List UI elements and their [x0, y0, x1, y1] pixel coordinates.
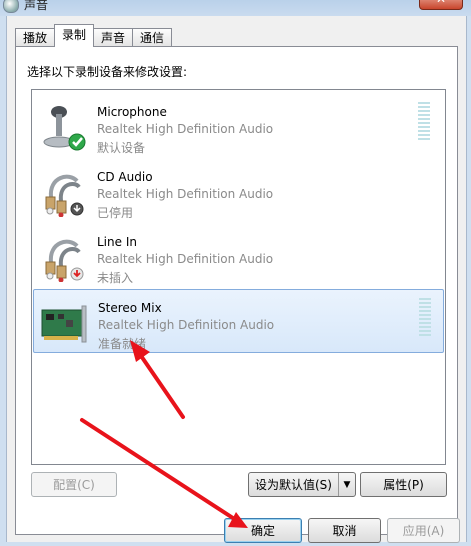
level-meter	[419, 298, 431, 338]
device-status: 未插入	[97, 271, 134, 285]
device-driver: Realtek High Definition Audio	[97, 187, 274, 201]
tab-sounds[interactable]: 声音	[93, 28, 134, 47]
level-meter	[418, 102, 430, 142]
tab-strip: 播放 录制 声音 通信	[15, 24, 173, 47]
tab-playback[interactable]: 播放	[15, 28, 56, 47]
close-button[interactable]: ✕	[419, 0, 463, 10]
tab-communications[interactable]: 通信	[132, 28, 173, 47]
device-name: Line In	[97, 235, 137, 249]
title-bar: 声音 ✕	[0, 0, 471, 16]
device-status: 默认设备	[97, 141, 146, 155]
device-item-microphone[interactable]: Microphone Realtek High Definition Audio…	[33, 94, 442, 156]
dropdown-arrow-icon[interactable]: ▼	[338, 473, 355, 496]
audio-cable-icon	[45, 239, 84, 282]
device-driver: Realtek High Definition Audio	[98, 318, 275, 332]
device-status: 已停用	[97, 206, 134, 220]
sound-dialog: 播放 录制 声音 通信 选择以下录制设备来修改设置: Microphone Re…	[6, 16, 467, 543]
speaker-icon	[3, 0, 19, 13]
recording-panel: 选择以下录制设备来修改设置: Microphone Realtek High D…	[15, 46, 458, 535]
ok-button[interactable]: 确定	[224, 518, 302, 543]
device-name: Microphone	[97, 105, 167, 119]
tab-recording[interactable]: 录制	[54, 24, 95, 47]
instruction-text: 选择以下录制设备来修改设置:	[27, 65, 188, 79]
configure-button[interactable]: 配置(C)	[31, 472, 117, 497]
microphone-icon	[43, 106, 86, 151]
device-item-line-in[interactable]: Line In Realtek High Definition Audio 未插…	[33, 224, 442, 286]
set-default-button[interactable]: 设为默认值(S) ▼	[248, 472, 356, 497]
set-default-label: 设为默认值(S)	[255, 478, 332, 492]
device-item-cd-audio[interactable]: CD Audio Realtek High Definition Audio 已…	[33, 159, 442, 221]
window-title: 声音	[24, 0, 49, 12]
device-name: CD Audio	[97, 170, 153, 184]
close-icon: ✕	[436, 0, 446, 6]
apply-button[interactable]: 应用(A)	[387, 518, 460, 543]
device-name: Stereo Mix	[98, 301, 162, 315]
device-driver: Realtek High Definition Audio	[97, 252, 274, 266]
sound-card-icon	[41, 305, 87, 343]
properties-button[interactable]: 属性(P)	[360, 472, 447, 497]
device-item-stereo-mix[interactable]: Stereo Mix Realtek High Definition Audio…	[33, 289, 444, 353]
device-driver: Realtek High Definition Audio	[97, 122, 274, 136]
audio-cable-icon	[45, 174, 84, 217]
device-status: 准备就绪	[98, 337, 147, 351]
device-list[interactable]: Microphone Realtek High Definition Audio…	[31, 89, 446, 465]
cancel-button[interactable]: 取消	[308, 518, 381, 543]
